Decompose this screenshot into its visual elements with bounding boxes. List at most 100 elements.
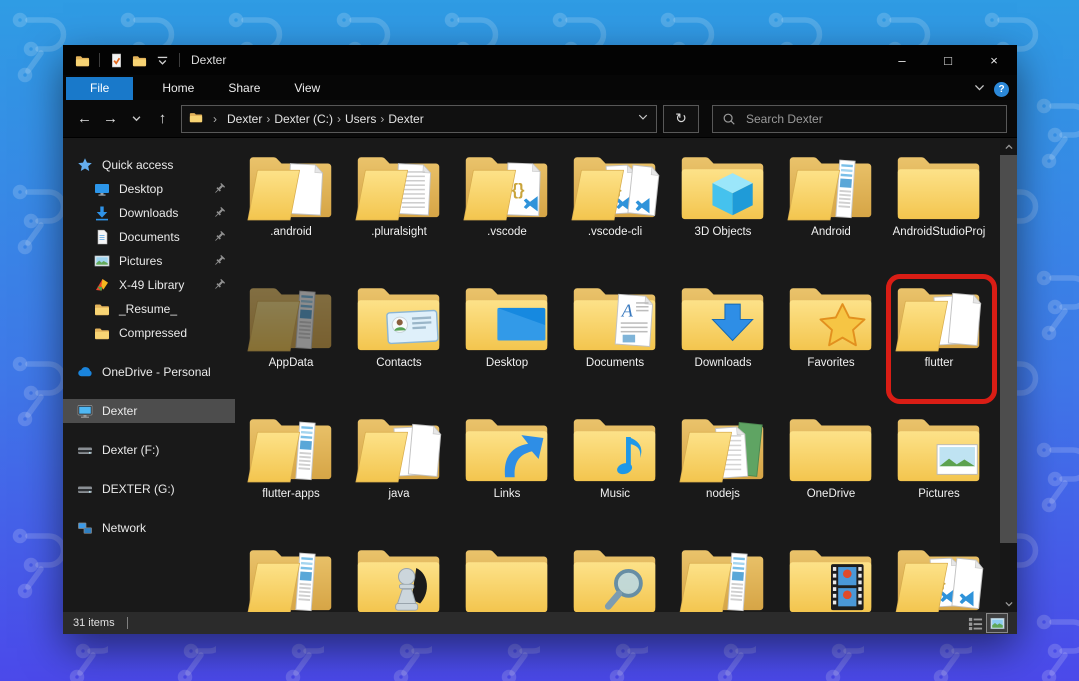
sidebar-item-resume[interactable]: _Resume_: [63, 297, 235, 321]
file-item-row4-21[interactable]: [237, 541, 345, 612]
file-item--vscode-cli[interactable]: {}.vscode-cli: [561, 148, 669, 279]
open-folder-vscode-json-icon: {}: [461, 150, 553, 223]
refresh-button[interactable]: ↻: [663, 105, 699, 133]
plain-folder-icon: [461, 543, 553, 612]
file-item-appdata[interactable]: AppData: [237, 279, 345, 410]
file-item-onedrive[interactable]: OneDrive: [777, 410, 885, 541]
file-item-flutter-apps[interactable]: flutter-apps: [237, 410, 345, 541]
screenshot-stage: Dexter – □ × File Home Share View ? ← → …: [0, 0, 1079, 681]
breadcrumb-segment[interactable]: Dexter: [388, 112, 423, 126]
sidebar-item-x-49-library[interactable]: X-49 Library: [63, 273, 235, 297]
address-dropdown-chevron-icon[interactable]: [637, 111, 649, 126]
expand-ribbon-chevron-icon[interactable]: [973, 81, 986, 97]
items-count: 31 items: [73, 617, 115, 629]
forward-button[interactable]: →: [99, 107, 122, 131]
scrollbar-down-icon[interactable]: [1000, 595, 1017, 612]
file-item-downloads[interactable]: Downloads: [669, 279, 777, 410]
titlebar-separator: [179, 53, 180, 67]
search-input[interactable]: [744, 111, 997, 127]
breadcrumb-segment[interactable]: Users: [345, 112, 376, 126]
details-view-button[interactable]: [965, 614, 985, 632]
scrollbar-thumb[interactable]: [1000, 155, 1017, 543]
recent-locations-chevron-icon[interactable]: [125, 107, 148, 131]
pin-icon: [213, 255, 225, 267]
vertical-scrollbar[interactable]: [1000, 138, 1017, 612]
sidebar-item-pictures[interactable]: Pictures: [63, 249, 235, 273]
titlebar[interactable]: Dexter – □ ×: [63, 45, 1017, 75]
file-item-android[interactable]: Android: [777, 148, 885, 279]
up-button[interactable]: ↑: [151, 107, 174, 131]
statusbar: 31 items: [63, 612, 1017, 634]
file-item--pluralsight[interactable]: .pluralsight: [345, 148, 453, 279]
plain-folder-icon: [893, 150, 985, 223]
tab-view[interactable]: View: [277, 77, 337, 100]
file-item-row4-22[interactable]: [345, 541, 453, 612]
file-item--android[interactable]: .android: [237, 148, 345, 279]
breadcrumb-segment[interactable]: Dexter: [227, 112, 262, 126]
file-item-row4-27[interactable]: {}: [885, 541, 993, 612]
file-item-row4-25[interactable]: [669, 541, 777, 612]
close-button[interactable]: ×: [971, 45, 1017, 75]
file-item-desktop[interactable]: Desktop: [453, 279, 561, 410]
scrollbar-track[interactable]: [1000, 543, 1017, 595]
file-item-flutter[interactable]: flutter: [885, 279, 993, 410]
open-folder-documents-icon: [353, 412, 445, 485]
breadcrumb-segment[interactable]: Dexter (C:): [274, 112, 333, 126]
breadcrumb-separator: ›: [209, 112, 221, 126]
scrollbar-up-icon[interactable]: [1000, 138, 1017, 155]
file-item-contacts[interactable]: Contacts: [345, 279, 453, 410]
pin-icon: [213, 231, 225, 243]
breadcrumb: Dexter›Dexter (C:)›Users›Dexter: [227, 112, 424, 126]
check-document-icon[interactable]: [108, 52, 125, 69]
file-item--vscode[interactable]: {}.vscode: [453, 148, 561, 279]
customize-toolbar-chevron-icon[interactable]: [154, 52, 171, 69]
file-item-pictures[interactable]: Pictures: [885, 410, 993, 541]
sidebar-item-documents[interactable]: Documents: [63, 225, 235, 249]
file-item-favorites[interactable]: Favorites: [777, 279, 885, 410]
file-item-label: java: [388, 487, 409, 502]
file-item-androidstudioproj[interactable]: AndroidStudioProj: [885, 148, 993, 279]
address-box[interactable]: › Dexter›Dexter (C:)›Users›Dexter: [181, 105, 657, 133]
sidebar-item-downloads[interactable]: Downloads: [63, 201, 235, 225]
file-item-documents[interactable]: ADocuments: [561, 279, 669, 410]
minimize-button[interactable]: –: [879, 45, 925, 75]
tab-home[interactable]: Home: [145, 77, 211, 100]
large-icons-view-button[interactable]: [987, 614, 1007, 632]
back-button[interactable]: ←: [73, 107, 96, 131]
sidebar-item-quick-access[interactable]: Quick access: [63, 153, 235, 177]
file-item-music[interactable]: Music: [561, 410, 669, 541]
folder-shortcut-arrow-icon: [461, 412, 553, 485]
file-item-label: Desktop: [486, 356, 528, 371]
file-item-row4-24[interactable]: [561, 541, 669, 612]
maximize-button[interactable]: □: [925, 45, 971, 75]
file-item-row4-23[interactable]: [453, 541, 561, 612]
sidebar-item-desktop[interactable]: Desktop: [63, 177, 235, 201]
help-icon[interactable]: ?: [994, 82, 1009, 97]
sidebar-item-label: OneDrive - Personal: [102, 365, 211, 379]
sidebar-item-onedrive-personal[interactable]: OneDrive - Personal: [63, 360, 235, 384]
file-item-3d-objects[interactable]: 3D Objects: [669, 148, 777, 279]
sidebar-item-network[interactable]: Network: [63, 516, 235, 540]
folder-icon: [94, 325, 110, 341]
folder-icon[interactable]: [131, 52, 148, 69]
file-item-links[interactable]: Links: [453, 410, 561, 541]
file-item-java[interactable]: java: [345, 410, 453, 541]
file-list-area[interactable]: .android.pluralsight{}.vscode{}.vscode-c…: [235, 138, 1000, 612]
pin-icon: [213, 279, 225, 291]
breadcrumb-separator: ›: [333, 112, 345, 126]
tab-file[interactable]: File: [66, 77, 133, 100]
file-item-row4-26[interactable]: [777, 541, 885, 612]
file-item-nodejs[interactable]: nodejs: [669, 410, 777, 541]
folder-icon[interactable]: [74, 52, 91, 69]
titlebar-separator: [99, 53, 100, 67]
tab-share[interactable]: Share: [211, 77, 277, 100]
sidebar-item-dexter-f[interactable]: Dexter (F:): [63, 438, 235, 462]
file-explorer-window: Dexter – □ × File Home Share View ? ← → …: [63, 45, 1017, 634]
sidebar-item-dexter-g[interactable]: DEXTER (G:): [63, 477, 235, 501]
open-folder-vscode-json-2-icon: {}: [569, 150, 661, 223]
sidebar-item-compressed[interactable]: Compressed: [63, 321, 235, 345]
sidebar-item-label: Compressed: [119, 326, 187, 340]
sidebar-item-dexter[interactable]: Dexter: [63, 399, 235, 423]
file-item-label: 3D Objects: [695, 225, 752, 240]
file-item-label: Pictures: [918, 487, 960, 502]
